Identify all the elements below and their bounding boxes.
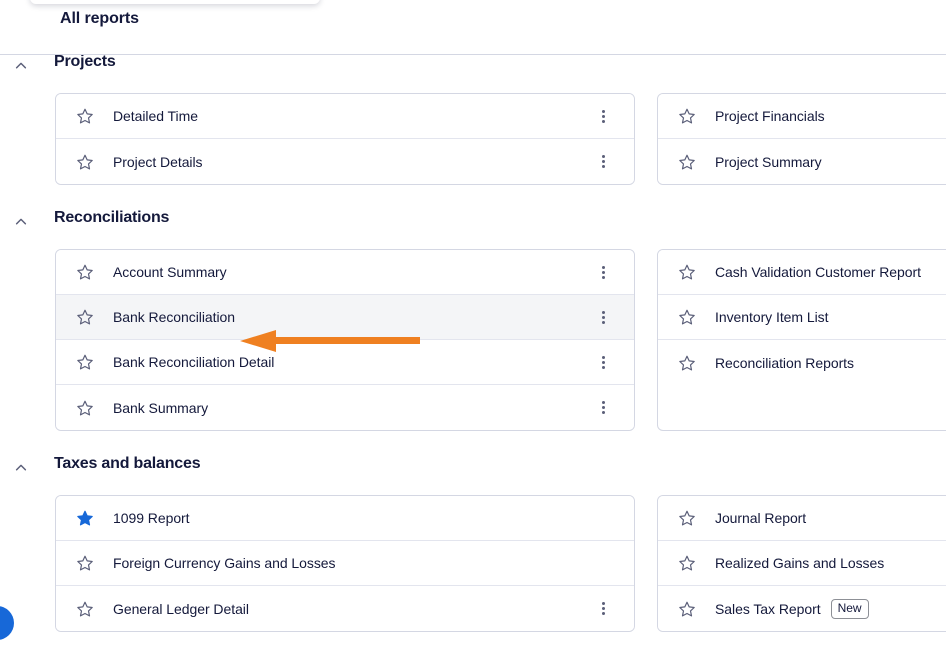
report-group: Reconciliations Account Summary Bank Recon… [0,209,946,457]
star-outline-icon[interactable] [678,509,696,527]
report-row[interactable]: Project Financials [658,94,946,139]
report-row[interactable]: Inventory Item List [658,295,946,340]
group-columns: 1099 Report Foreign Currency Gains and Lo… [0,495,946,632]
chevron-up-icon[interactable] [12,459,30,477]
chevron-up-icon[interactable] [12,57,30,75]
report-name: 1099 Report [113,510,190,526]
group-columns: Detailed Time Project Details Project Fina… [0,93,946,185]
report-name: Bank Summary [113,399,209,416]
star-outline-icon[interactable] [678,107,696,125]
report-name: General Ledger Detail [113,600,249,617]
report-row[interactable]: Detailed Time [56,94,634,139]
report-name: Project Details [113,153,203,170]
page-title: All reports [60,10,139,27]
star-outline-icon[interactable] [678,554,696,572]
report-card: 1099 Report Foreign Currency Gains and Lo… [55,495,635,632]
star-outline-icon[interactable] [678,600,696,618]
report-row[interactable]: 1099 Report [56,496,634,541]
group-header: Projects [0,55,946,93]
report-row[interactable]: Bank Reconciliation [56,295,634,340]
more-vertical-icon[interactable] [594,308,612,326]
more-vertical-icon[interactable] [594,399,612,417]
more-vertical-icon[interactable] [594,263,612,281]
star-outline-icon[interactable] [76,600,94,618]
star-outline-icon[interactable] [678,153,696,171]
report-card: Cash Validation Customer Report Inventory… [657,249,946,431]
more-vertical-icon[interactable] [594,107,612,125]
report-name: Bank Reconciliation [113,309,236,325]
report-group: Taxes and balances 1099 Report Foreign Cur… [0,455,946,658]
report-groups-container: Projects Detailed Time Project Details Proj… [0,55,946,658]
group-header: Reconciliations [0,209,946,249]
report-card: Account Summary Bank Reconciliation Bank R… [55,249,635,431]
star-outline-icon[interactable] [76,308,94,326]
report-name: Reconciliation Reports [715,354,854,371]
report-row[interactable]: Journal Report [658,496,946,541]
more-vertical-icon[interactable] [594,600,612,618]
report-card: Project Financials Project Summary [657,93,946,185]
group-title: Projects [54,55,116,70]
star-outline-icon[interactable] [76,107,94,125]
report-name: Account Summary [113,264,227,280]
report-name: Realized Gains and Losses [715,555,885,571]
report-group: Projects Detailed Time Project Details Proj… [0,55,946,211]
star-outline-icon[interactable] [76,263,94,281]
report-row[interactable]: Reconciliation Reports [658,340,946,385]
chevron-up-icon[interactable] [12,213,30,231]
more-vertical-icon[interactable] [594,353,612,371]
report-name: Project Financials [715,108,825,124]
report-row[interactable]: Account Summary [56,250,634,295]
report-card: Detailed Time Project Details [55,93,635,185]
report-row[interactable]: Project Details [56,139,634,184]
report-name: Foreign Currency Gains and Losses [113,555,336,571]
report-row[interactable]: Bank Summary [56,385,634,430]
group-columns: Account Summary Bank Reconciliation Bank R… [0,249,946,431]
report-name: Cash Validation Customer Report [715,264,921,280]
star-outline-icon[interactable] [76,353,94,371]
report-row[interactable]: Foreign Currency Gains and Losses [56,541,634,586]
star-outline-icon[interactable] [678,308,696,326]
report-name: Detailed Time [113,108,198,124]
more-vertical-icon[interactable] [594,153,612,171]
report-name: Bank Reconciliation Detail [113,354,275,370]
report-row[interactable]: Realized Gains and Losses [658,541,946,586]
star-outline-icon[interactable] [76,399,94,417]
report-row[interactable]: Project Summary [658,139,946,184]
reports-scroll-area[interactable]: Projects Detailed Time Project Details Proj… [0,55,946,658]
report-row[interactable]: General Ledger Detail [56,586,634,631]
panel-top-shadow [30,0,320,4]
report-name: Sales Tax Report [715,600,821,617]
report-row[interactable]: Cash Validation Customer Report [658,250,946,295]
report-card: Journal Report Realized Gains and Losses S… [657,495,946,632]
report-name: Inventory Item List [715,309,829,325]
group-title: Taxes and balances [54,455,201,472]
group-header: Taxes and balances [0,455,946,495]
report-name: Project Summary [715,153,822,170]
page-header: All reports [0,0,946,55]
star-outline-icon[interactable] [678,263,696,281]
star-outline-icon[interactable] [76,153,94,171]
new-badge: New [830,598,869,619]
report-name: Journal Report [715,510,807,526]
star-outline-icon[interactable] [678,354,696,372]
star-outline-icon[interactable] [76,554,94,572]
report-row[interactable]: Bank Reconciliation Detail [56,340,634,385]
star-filled-icon[interactable] [76,509,94,527]
report-row[interactable]: Sales Tax Report New [658,586,946,631]
group-title: Reconciliations [54,209,170,226]
